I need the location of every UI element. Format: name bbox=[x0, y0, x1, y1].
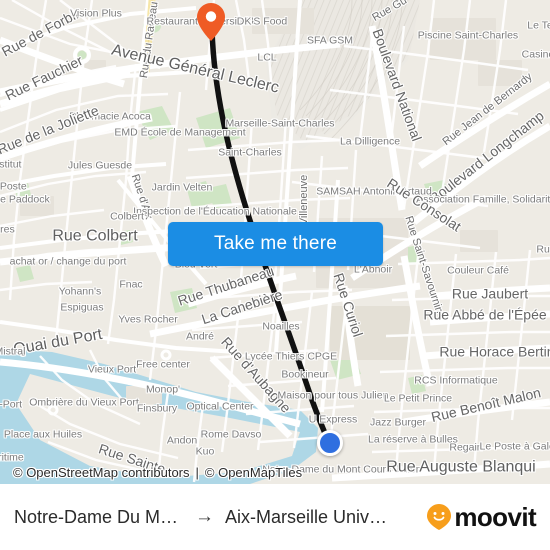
footer-origin-label[interactable]: Notre-Dame Du Mo... bbox=[14, 507, 184, 528]
route-footer: Notre-Dame Du Mo... → Aix-Marseille Univ… bbox=[0, 484, 550, 550]
osm-attribution[interactable]: © OpenStreetMap contributors bbox=[13, 465, 190, 480]
moovit-pin-icon bbox=[427, 504, 452, 530]
attribution-separator: | bbox=[195, 464, 199, 480]
map-canvas[interactable]: Rue de Forbin Vision Plus Rue du Radeau Res… bbox=[0, 0, 550, 484]
destination-pin[interactable] bbox=[196, 2, 226, 42]
footer-destination-label[interactable]: Aix-Marseille Université - Ca... bbox=[225, 507, 395, 528]
take-me-there-button[interactable]: Take me there bbox=[168, 222, 383, 266]
moovit-wordmark: moovit bbox=[454, 501, 536, 532]
moovit-logo[interactable]: moovit bbox=[426, 501, 537, 533]
arrow-right-icon: → bbox=[195, 506, 214, 527]
map-attribution: © OpenStreetMap contributors | © OpenMap… bbox=[10, 460, 305, 484]
moovit-route-screen: Rue de Forbin Vision Plus Rue du Radeau Res… bbox=[0, 0, 550, 550]
origin-dot[interactable] bbox=[317, 430, 343, 456]
openmaptiles-attribution[interactable]: © OpenMapTiles bbox=[205, 465, 302, 480]
